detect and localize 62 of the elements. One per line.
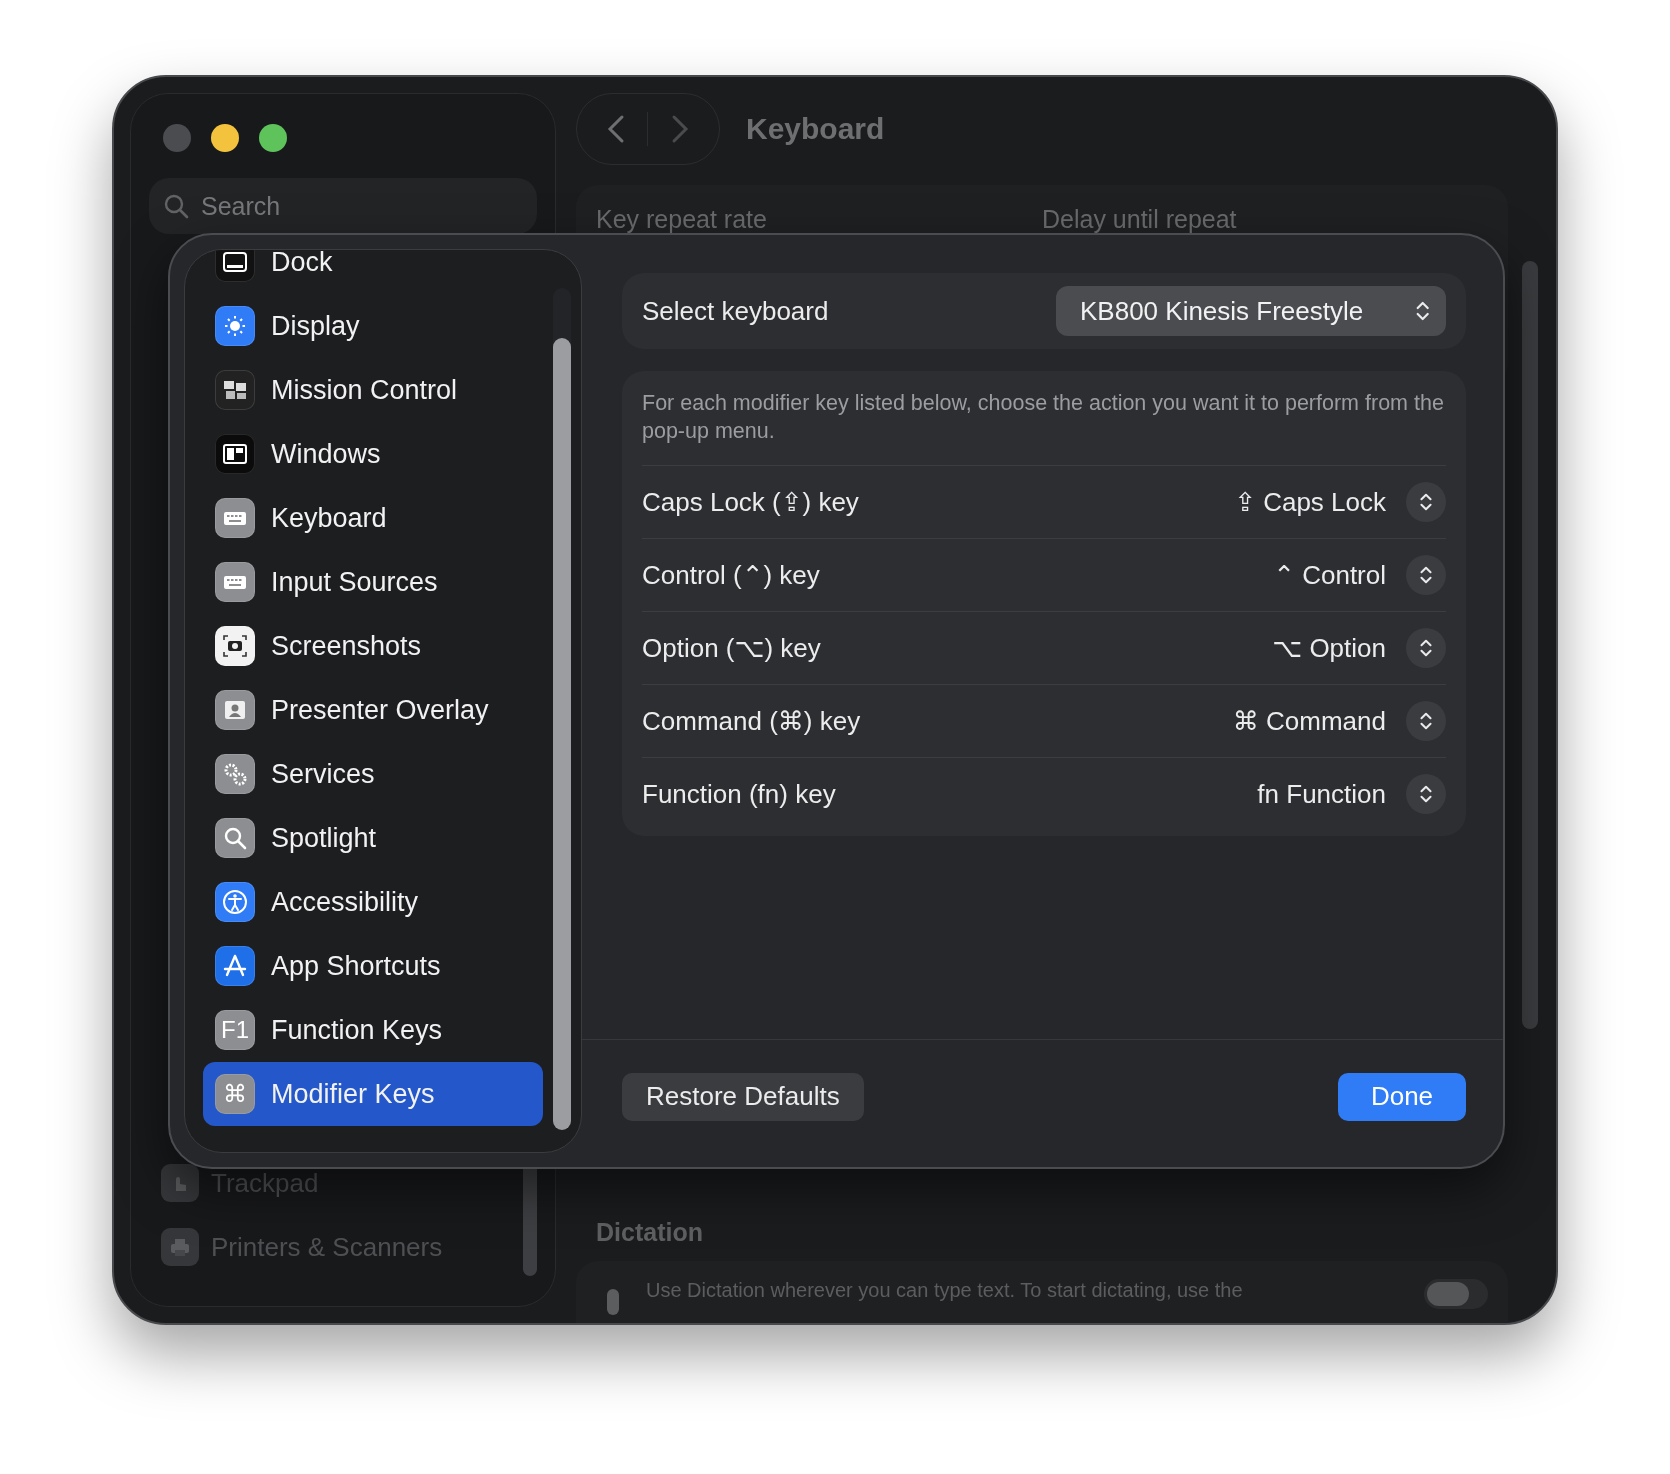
chevron-up-down-icon	[1419, 565, 1433, 585]
search-field[interactable]: Search	[149, 178, 537, 234]
close-button[interactable]	[163, 124, 191, 152]
modifier-action-popup[interactable]: ⌥ Option	[1272, 628, 1446, 668]
keyboard-icon	[215, 562, 255, 602]
dock-icon	[215, 250, 255, 282]
chevron-up-down-icon	[1419, 711, 1433, 731]
sidebar-item[interactable]: Dock	[203, 250, 543, 294]
sidebar-item[interactable]: ⌘ Modifier Keys	[203, 1062, 543, 1126]
restore-defaults-button[interactable]: Restore Defaults	[622, 1072, 864, 1121]
sun-icon	[215, 306, 255, 346]
modifier-key-label: Option (⌥) key	[642, 632, 822, 664]
keyboard-icon	[215, 498, 255, 538]
window-layout-icon	[215, 434, 255, 474]
instructions-text: For each modifier key listed below, choose the action you want it to perform from the pop-up menu.	[642, 390, 1445, 445]
keyboard-popup-button[interactable]: KB800 Kinesis Freestyle	[1056, 286, 1446, 336]
modifier-action-popup[interactable]: ⇪ Caps Lock	[1234, 482, 1446, 522]
minimize-button[interactable]	[211, 124, 239, 152]
window-title: Keyboard	[746, 112, 885, 146]
dictation-description: Use Dictation wherever you can type text. To start dictating, use the	[646, 1278, 1244, 1302]
sidebar-item[interactable]: App Shortcuts	[203, 934, 543, 998]
sidebar-item[interactable]: Display	[203, 294, 543, 358]
sidebar-item[interactable]: Windows	[203, 422, 543, 486]
chevron-up-down-icon	[1419, 638, 1433, 658]
select-keyboard-label: Select keyboard	[642, 295, 829, 327]
chevron-up-down-icon	[1419, 492, 1433, 512]
key-icon: ⌘	[215, 1074, 255, 1114]
sidebar-item[interactable]: Spotlight	[203, 806, 543, 870]
modifier-key-label: Caps Lock (⇪) key	[642, 486, 860, 518]
zoom-button[interactable]	[259, 124, 287, 152]
sidebar-item[interactable]: Screenshots	[203, 614, 543, 678]
gears-icon	[215, 754, 255, 794]
sidebar-item[interactable]: Presenter Overlay	[203, 678, 543, 742]
modifier-action-popup[interactable]: ⌘ Command	[1232, 701, 1446, 741]
modifier-action-popup[interactable]: fn Function	[1257, 774, 1446, 814]
accessibility-icon	[215, 882, 255, 922]
modifier-action-popup[interactable]: ⌃ Control	[1273, 555, 1446, 595]
sidebar-item[interactable]: Services	[203, 742, 543, 806]
sidebar-item[interactable]: Input Sources	[203, 550, 543, 614]
sidebar-item[interactable]: Accessibility	[203, 870, 543, 934]
modifier-key-label: Function (fn) key	[642, 778, 837, 810]
chevron-up-down-icon	[1419, 784, 1433, 804]
modifier-key-label: Control (⌃) key	[642, 559, 821, 591]
pencil-lines-icon	[215, 946, 255, 986]
search-icon	[215, 818, 255, 858]
dictation-toggle[interactable]	[1424, 1279, 1488, 1309]
sidebar-item[interactable]: Mission Control	[203, 358, 543, 422]
camera-icon	[215, 626, 255, 666]
search-icon	[163, 193, 189, 219]
modifier-key-label: Command (⌘) key	[642, 705, 862, 737]
windows-grid-icon	[215, 370, 255, 410]
sidebar-item[interactable]: Keyboard	[203, 486, 543, 550]
printer-icon	[161, 1228, 199, 1266]
person-icon	[215, 690, 255, 730]
sidebar-item[interactable]: F1 Function Keys	[203, 998, 543, 1062]
section-heading: Dictation	[596, 1218, 704, 1247]
setting-label: Delay until repeat	[1042, 205, 1238, 234]
scrollbar[interactable]	[1522, 261, 1538, 1029]
done-button[interactable]: Done	[1338, 1072, 1466, 1121]
key-icon: F1	[215, 1010, 255, 1050]
setting-label: Key repeat rate	[596, 205, 768, 234]
chevron-up-down-icon	[1414, 300, 1430, 322]
